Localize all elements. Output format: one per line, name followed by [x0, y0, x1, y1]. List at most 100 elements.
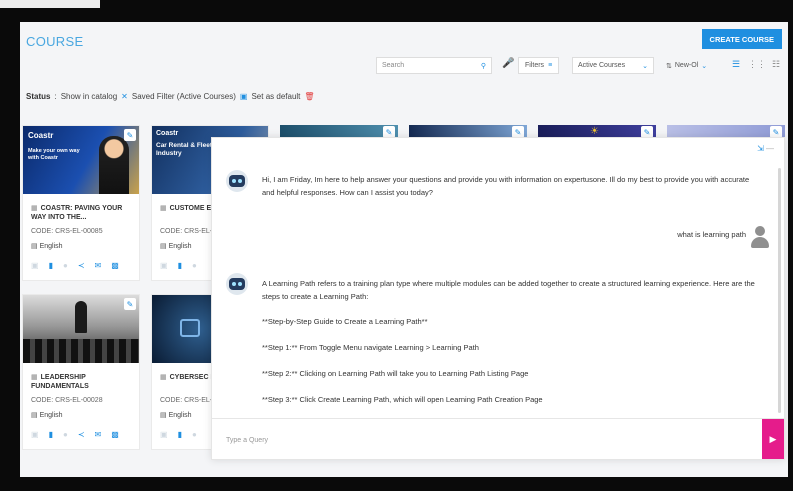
- folder-icon[interactable]: ▮: [178, 261, 182, 270]
- course-code: CODE: CRS-EL-00085: [31, 228, 103, 235]
- active-courses-select[interactable]: Active Courses ⌄: [572, 57, 654, 74]
- folder-icon[interactable]: ▮: [49, 261, 53, 270]
- course-language: ▤ English: [31, 242, 63, 250]
- search-placeholder: Search: [382, 62, 405, 69]
- message-icon[interactable]: ✉: [95, 430, 102, 439]
- course-language: ▤ English: [160, 411, 192, 419]
- course-type-icon: ▦: [160, 374, 167, 381]
- course-language-text: English: [39, 243, 63, 250]
- filters-button[interactable]: Filters ≡: [518, 57, 560, 74]
- edit-icon[interactable]: ✎: [124, 298, 136, 310]
- user-message: what is learning path: [677, 230, 746, 239]
- bot-step-2: **Step 2:** Clicking on Learning Path wi…: [262, 369, 529, 378]
- send-icon: ▶: [769, 433, 777, 444]
- search-icon[interactable]: ⚲: [481, 62, 486, 70]
- bot-avatar: [226, 170, 248, 192]
- page-title: COURSE: [26, 34, 84, 49]
- save-icon[interactable]: ▣: [240, 92, 248, 101]
- thumbnail-figure: [75, 301, 87, 333]
- user-avatar: [750, 226, 770, 248]
- course-title: ▦ LEADERSHIP FUNDAMENTALS: [31, 373, 136, 391]
- thumbnail-logo: Coastr: [28, 131, 54, 140]
- course-type-icon: ▦: [31, 374, 38, 381]
- trash-icon[interactable]: 🗑: [304, 92, 314, 101]
- folder-icon[interactable]: ▮: [49, 430, 53, 439]
- catalog-icon[interactable]: ▣: [160, 430, 168, 439]
- active-courses-label: Active Courses: [578, 62, 626, 69]
- info-icon[interactable]: ●: [192, 430, 197, 439]
- sort-label: New-Ol: [674, 62, 699, 69]
- course-language: ▤ English: [31, 411, 63, 419]
- chatbot-panel: ⇲ — Hi, I am Friday, Im here to help ans…: [211, 137, 785, 460]
- card-actions: ▣ ▮ ● ≺ ✉ ▩: [31, 261, 119, 270]
- filters-label: Filters: [525, 62, 545, 69]
- bot-step-1: **Step 1:** From Toggle Menu navigate Le…: [262, 343, 479, 352]
- bot-step-3: **Step 3:** Click Create Learning Path, …: [262, 395, 543, 404]
- chat-query-input[interactable]: [224, 431, 748, 449]
- catalog-icon[interactable]: ▣: [31, 430, 39, 439]
- remove-filter-icon[interactable]: ✕: [121, 92, 128, 101]
- course-thumbnail: Coastr Make your own way with Coastr ✎: [23, 126, 139, 194]
- info-icon[interactable]: ●: [63, 430, 68, 439]
- grid-view-icon[interactable]: ⋮⋮: [748, 59, 766, 70]
- share-icon[interactable]: ≺: [78, 261, 85, 270]
- bot-answer-intro: A Learning Path refers to a training pla…: [262, 279, 755, 301]
- course-type-icon: ▦: [160, 205, 167, 212]
- status-show-in-catalog: Show in catalog: [60, 92, 118, 101]
- language-icon: ▤: [31, 412, 38, 419]
- folder-icon[interactable]: ▮: [178, 430, 182, 439]
- catalog-icon[interactable]: ▣: [160, 261, 168, 270]
- chevron-down-icon: ⌄: [642, 62, 648, 70]
- bot-greeting-message: Hi, I am Friday, Im here to help answer …: [262, 175, 750, 197]
- bot-face-icon: [229, 278, 245, 290]
- analytics-icon[interactable]: ▩: [111, 430, 119, 439]
- info-icon[interactable]: ●: [63, 261, 68, 270]
- search-input[interactable]: Search ⚲: [376, 57, 492, 74]
- thumbnail-tagline: Car Rental & Fleet Industry: [156, 142, 212, 157]
- minimize-icon[interactable]: —: [766, 144, 774, 153]
- course-language-text: English: [168, 412, 192, 419]
- settings-view-icon[interactable]: ☷: [772, 59, 780, 70]
- expand-icon[interactable]: ⇲: [757, 144, 764, 153]
- create-course-button[interactable]: CREATE COURSE: [701, 29, 782, 49]
- send-button[interactable]: ▶: [762, 419, 784, 459]
- course-language-text: English: [39, 412, 63, 419]
- card-actions: ▣ ▮ ● ≺ ✉ ▩: [31, 430, 119, 439]
- share-icon[interactable]: ≺: [78, 430, 85, 439]
- chat-header-icons: ⇲ —: [757, 144, 774, 153]
- course-title-text: LEADERSHIP FUNDAMENTALS: [31, 374, 89, 390]
- course-title-text: COASTR: PAVING YOUR WAY INTO THE...: [31, 205, 123, 221]
- bot-avatar: [226, 273, 248, 295]
- course-type-icon: ▦: [31, 205, 38, 212]
- filter-icon: ≡: [548, 62, 553, 69]
- course-card[interactable]: Coastr Make your own way with Coastr ✎ ▦…: [22, 125, 140, 281]
- message-icon[interactable]: ✉: [95, 261, 102, 270]
- course-title: ▦ COASTR: PAVING YOUR WAY INTO THE...: [31, 204, 136, 222]
- set-default-label[interactable]: Set as default: [251, 92, 300, 101]
- bezel-strip: [0, 0, 100, 8]
- card-actions: ▣ ▮ ●: [160, 430, 197, 439]
- microphone-icon[interactable]: 🎤: [502, 58, 514, 69]
- thumbnail-logo: Coastr: [156, 130, 179, 137]
- sort-select[interactable]: ⇅ New-Ol ⌄: [662, 57, 711, 74]
- info-icon[interactable]: ●: [192, 261, 197, 270]
- thumbnail-tagline: Make your own way with Coastr: [28, 148, 80, 161]
- language-icon: ▤: [31, 243, 38, 250]
- course-card[interactable]: ✎ ▦ LEADERSHIP FUNDAMENTALS CODE: CRS-EL-…: [22, 294, 140, 450]
- thumbnail-person: [99, 136, 129, 194]
- saved-filter-label: Saved Filter (Active Courses): [131, 92, 236, 101]
- analytics-icon[interactable]: ▩: [111, 261, 119, 270]
- course-code: CODE: CRS-EL-: [160, 228, 213, 235]
- catalog-icon[interactable]: ▣: [31, 261, 39, 270]
- sun-icon: ☀: [590, 126, 599, 137]
- course-code: CODE: CRS-EL-: [160, 397, 213, 404]
- course-language-text: English: [168, 243, 192, 250]
- list-view-icon[interactable]: ☰: [732, 59, 740, 70]
- chat-input-bar: ▶: [212, 418, 784, 459]
- language-icon: ▤: [160, 412, 167, 419]
- status-filter-bar: Status: Show in catalog ✕ Saved Filter (…: [26, 92, 315, 101]
- chat-scrollbar[interactable]: [778, 168, 781, 413]
- sort-icon: ⇅: [666, 62, 672, 70]
- course-thumbnail: ✎: [23, 295, 139, 363]
- edit-icon[interactable]: ✎: [124, 129, 136, 141]
